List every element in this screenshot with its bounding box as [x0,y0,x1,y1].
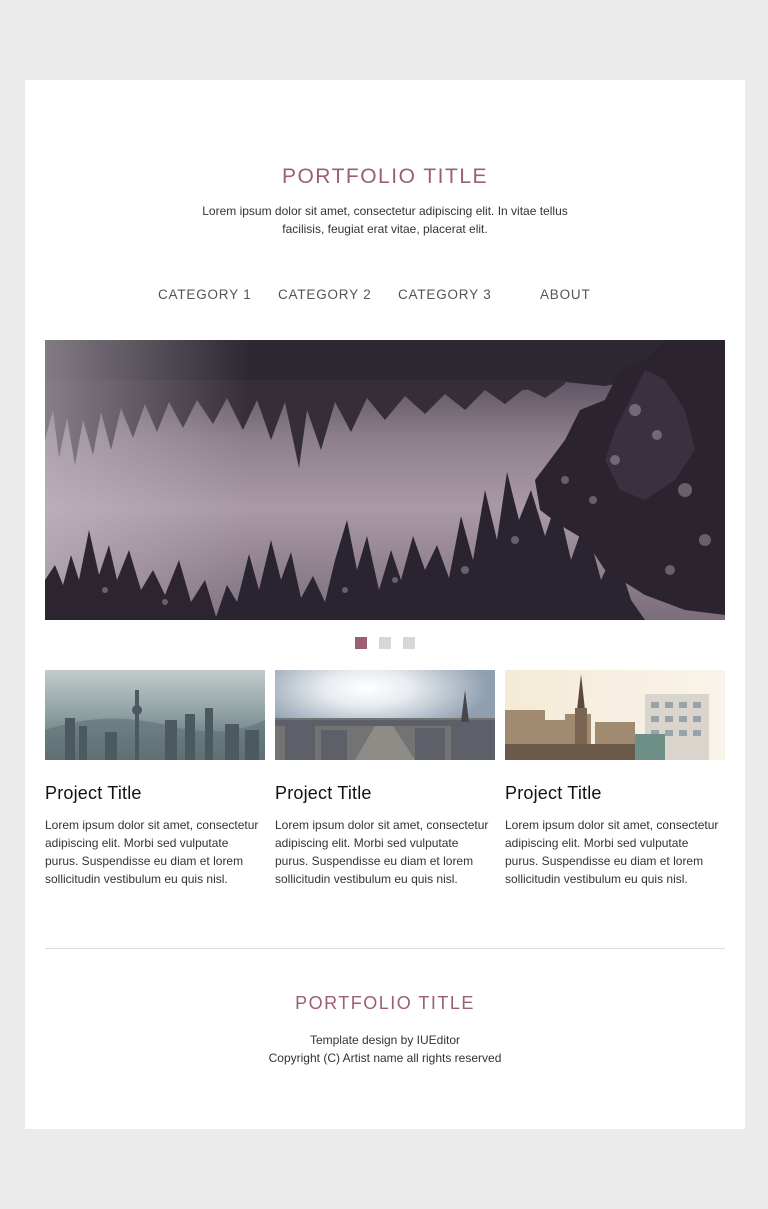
slider-dot-3[interactable] [403,637,415,649]
nav-item-category-2[interactable]: CATEGORY 2 [278,285,372,305]
project-title-3[interactable]: Project Title [505,782,725,804]
footer-copyright: Copyright (C) Artist name all rights res… [268,1051,502,1065]
tagline-line-1: Lorem ipsum dolor sit amet, consectetur … [202,204,568,218]
old-town-photo [505,670,725,760]
project-description-1: Lorem ipsum dolor sit amet, consectetur … [45,818,259,886]
project-description-3: Lorem ipsum dolor sit amet, consectetur … [505,818,719,886]
nav-item-category-1[interactable]: CATEGORY 1 [158,285,252,305]
footer-title[interactable]: PORTFOLIO TITLE [25,992,745,1014]
nav-item-category-3[interactable]: CATEGORY 3 [398,285,492,305]
project-description-2: Lorem ipsum dolor sit amet, consectetur … [275,818,489,886]
tagline-line-2: facilisis, feugiat erat vitae, placerat … [282,222,488,236]
site-tagline: Lorem ipsum dolor sit amet, consectetur … [195,202,575,238]
city-skyline-photo [45,670,265,760]
footer-divider [45,948,725,949]
footer-credit: Template design by IUEditor [309,1033,461,1047]
site-title[interactable]: PORTFOLIO TITLE [25,164,745,190]
project-card-2: Project Title Lorem ipsum dolor sit amet… [275,670,495,888]
slider-pagination [25,637,745,649]
main-nav: CATEGORY 1 CATEGORY 2 CATEGORY 3 ABOUT [25,285,745,305]
project-thumbnail-1[interactable] [45,670,265,760]
slider-dot-2[interactable] [379,637,391,649]
project-card-1: Project Title Lorem ipsum dolor sit amet… [45,670,265,888]
project-thumbnail-2[interactable] [275,670,495,760]
forest-lake-photo [45,340,725,620]
paris-skyline-photo [275,670,495,760]
hero-slider-image[interactable] [45,340,725,620]
project-title-2[interactable]: Project Title [275,782,495,804]
slider-dot-1[interactable] [355,637,367,649]
page-container: PORTFOLIO TITLE Lorem ipsum dolor sit am… [25,80,745,1129]
project-title-1[interactable]: Project Title [45,782,265,804]
project-card-3: Project Title Lorem ipsum dolor sit amet… [505,670,725,888]
project-thumbnail-3[interactable] [505,670,725,760]
nav-item-about[interactable]: ABOUT [540,285,591,305]
